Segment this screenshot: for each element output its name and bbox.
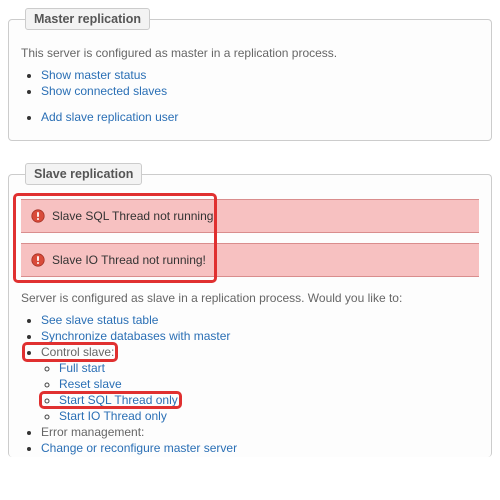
list-item: Add slave replication user (41, 110, 479, 124)
master-links-list: Show master status Show connected slaves… (41, 68, 479, 124)
slave-legend: Slave replication (25, 163, 142, 185)
sync-databases-link[interactable]: Synchronize databases with master (41, 329, 230, 343)
control-slave-label: Control slave: (41, 345, 114, 359)
start-sql-thread-highlight: Start SQL Thread only (59, 393, 178, 407)
show-connected-slaves-link[interactable]: Show connected slaves (41, 84, 167, 98)
list-item: Start IO Thread only (59, 409, 479, 423)
list-item: Show connected slaves (41, 84, 479, 98)
full-start-link[interactable]: Full start (59, 361, 105, 375)
list-item: Change or reconfigure master server (41, 441, 479, 455)
list-item: Error management: (41, 425, 479, 439)
list-item: Show master status (41, 68, 479, 82)
control-slave-sublist: Full start Reset slave Start SQL Thread … (59, 361, 479, 423)
slave-alerts-group: Slave SQL Thread not running! Slave IO T… (21, 199, 479, 277)
alert-io-thread: Slave IO Thread not running! (21, 243, 479, 277)
add-slave-user-link[interactable]: Add slave replication user (41, 110, 178, 124)
list-item: Synchronize databases with master (41, 329, 479, 343)
slave-links-list: See slave status table Synchronize datab… (41, 313, 479, 455)
master-replication-panel: Master replication This server is config… (8, 8, 492, 141)
reset-slave-link[interactable]: Reset slave (59, 377, 122, 391)
list-item: Start SQL Thread only (59, 393, 479, 407)
master-intro: This server is configured as master in a… (21, 46, 479, 60)
list-item: Reset slave (59, 377, 479, 391)
error-management-label: Error management: (41, 425, 144, 439)
start-sql-thread-only-link[interactable]: Start SQL Thread only (59, 393, 178, 407)
master-legend: Master replication (25, 8, 150, 30)
error-icon (31, 209, 45, 223)
control-slave-highlight: Control slave: (41, 345, 114, 359)
see-slave-status-link[interactable]: See slave status table (41, 313, 158, 327)
alert-io-thread-text: Slave IO Thread not running! (52, 253, 206, 267)
slave-replication-panel: Slave replication Slave SQL Thread not r… (8, 163, 492, 457)
change-master-link[interactable]: Change or reconfigure master server (41, 441, 237, 455)
list-item: Control slave: Full start Reset slave St… (41, 345, 479, 423)
show-master-status-link[interactable]: Show master status (41, 68, 146, 82)
slave-intro: Server is configured as slave in a repli… (21, 291, 479, 305)
alert-sql-thread: Slave SQL Thread not running! (21, 199, 479, 233)
start-io-thread-only-link[interactable]: Start IO Thread only (59, 409, 167, 423)
alert-sql-thread-text: Slave SQL Thread not running! (52, 209, 217, 223)
error-icon (31, 253, 45, 267)
list-item: Full start (59, 361, 479, 375)
list-item: See slave status table (41, 313, 479, 327)
